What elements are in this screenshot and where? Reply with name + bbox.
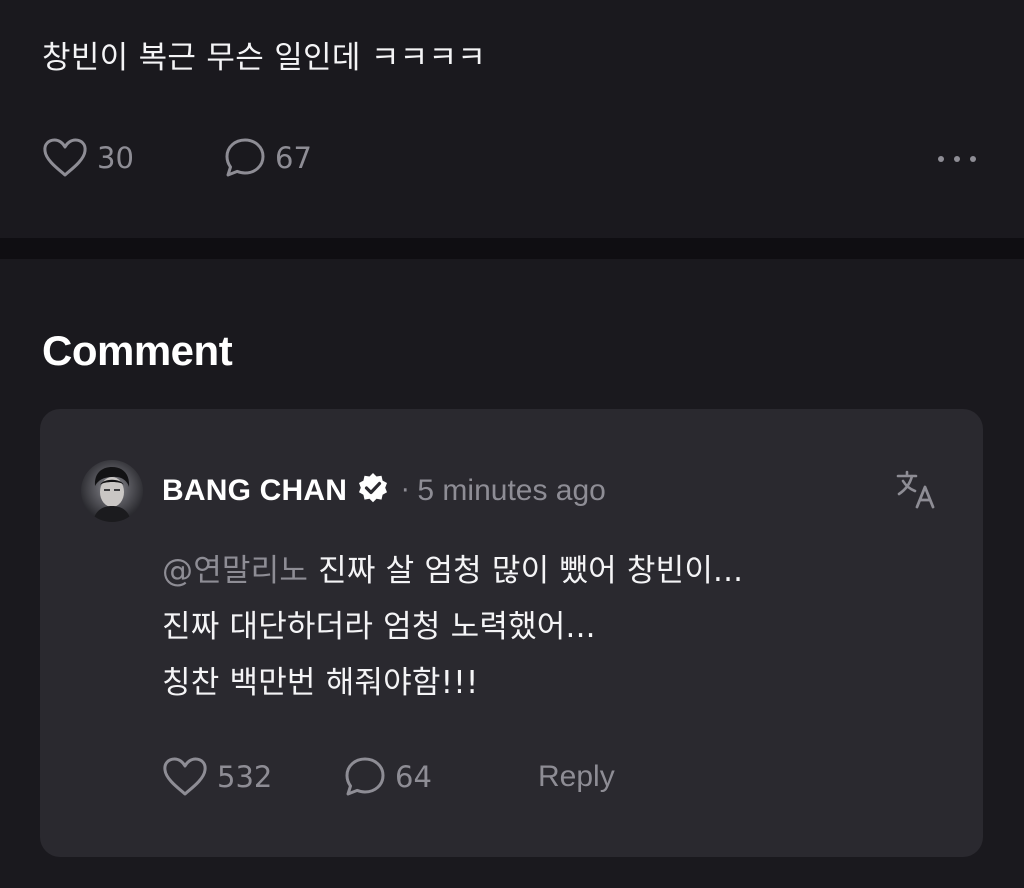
- translate-icon: [895, 470, 939, 515]
- speech-bubble-icon: [344, 756, 386, 798]
- avatar[interactable]: [81, 460, 143, 522]
- post-text: 창빈이 복근 무슨 일인데 ㅋㅋㅋㅋ: [42, 40, 487, 76]
- comment-like-count: 532: [217, 760, 273, 794]
- comment-reply-count: 64: [395, 760, 432, 794]
- translate-button[interactable]: [895, 467, 939, 511]
- post-like-count: 30: [97, 141, 134, 175]
- post-actions: 30 67: [42, 136, 982, 180]
- comment-replies-button[interactable]: 64: [344, 755, 432, 799]
- more-horizontal-icon: [935, 149, 979, 168]
- mention-link[interactable]: @연말리노: [162, 553, 308, 589]
- comment-line-1-text: 진짜 살 엄청 많이 뺐어 창빈이...: [308, 553, 744, 589]
- meta-separator: ·: [401, 476, 410, 506]
- post-like-button[interactable]: 30: [42, 136, 134, 180]
- post-comment-count: 67: [275, 141, 312, 175]
- reply-button[interactable]: Reply: [538, 755, 615, 799]
- comment-line-3: 칭찬 백만번 해줘야함!!!: [162, 665, 479, 701]
- heart-outline-icon: [42, 138, 88, 178]
- speech-bubble-icon: [224, 137, 266, 179]
- comment-line-2: 진짜 대단하더라 엄청 노력했어...: [162, 609, 596, 645]
- comment-header: BANG CHAN · 5 minutes ago: [162, 469, 606, 513]
- comment-body: @연말리노 진짜 살 엄청 많이 뺐어 창빈이... 진짜 대단하더라 엄청 노…: [162, 543, 942, 711]
- comment-timestamp: 5 minutes ago: [417, 474, 606, 507]
- comment-section-title: Comment: [42, 327, 233, 374]
- comment-like-button[interactable]: 532: [162, 755, 272, 799]
- heart-outline-icon: [162, 757, 208, 797]
- comment-card: BANG CHAN · 5 minutes ago @연말리노 진짜 살 엄청 …: [40, 409, 983, 857]
- author-name[interactable]: BANG CHAN: [162, 474, 347, 508]
- verified-badge-icon: [355, 471, 391, 511]
- comment-actions: 532 64 Reply: [162, 755, 862, 799]
- post-comment-button[interactable]: 67: [224, 136, 312, 180]
- post: 창빈이 복근 무슨 일인데 ㅋㅋㅋㅋ 30 67: [0, 0, 1024, 238]
- section-divider: [0, 238, 1024, 259]
- more-options-button[interactable]: [932, 136, 982, 180]
- comment-line-1: @연말리노 진짜 살 엄청 많이 뺐어 창빈이...: [162, 543, 942, 599]
